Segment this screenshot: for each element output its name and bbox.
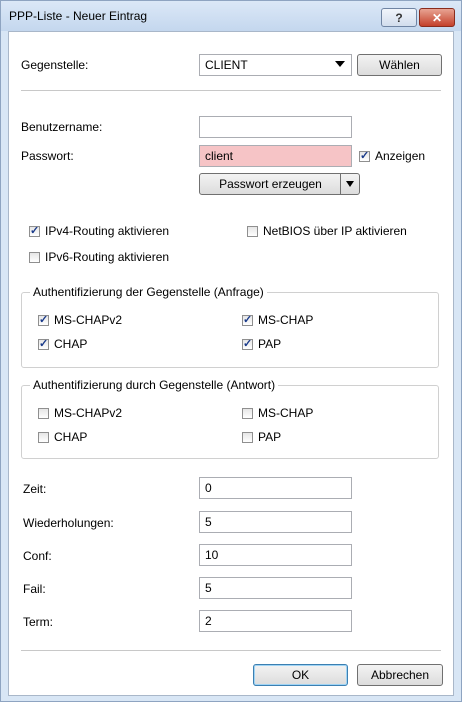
auth-response-title: Authentifizierung durch Gegenstelle (Ant… <box>30 378 279 392</box>
request-chap-label: CHAP <box>54 337 88 351</box>
checkbox-icon <box>38 431 49 443</box>
wiederholungen-label: Wiederholungen: <box>23 516 114 530</box>
separator <box>21 650 441 651</box>
ipv4-routing-checkbox[interactable]: IPv4-Routing aktivieren <box>29 224 169 238</box>
request-pap-label: PAP <box>258 337 282 351</box>
fail-value: 5 <box>205 581 212 595</box>
choose-button-label: Wählen <box>379 58 420 72</box>
checkbox-icon <box>242 431 253 443</box>
request-mschap-label: MS-CHAP <box>258 313 314 327</box>
fail-label: Fail: <box>23 582 46 596</box>
username-label: Benutzername: <box>21 120 103 134</box>
request-mschapv2-checkbox[interactable]: MS-CHAPv2 <box>38 313 122 327</box>
term-label: Term: <box>23 615 53 629</box>
zeit-input[interactable]: 0 <box>199 477 352 499</box>
username-input[interactable] <box>199 116 352 138</box>
password-value: client <box>205 149 234 163</box>
help-button[interactable]: ? <box>381 8 417 27</box>
close-button[interactable]: ✕ <box>419 8 455 27</box>
separator <box>21 90 441 91</box>
gegenstelle-select[interactable]: CLIENT <box>199 54 352 76</box>
request-mschapv2-label: MS-CHAPv2 <box>54 313 123 327</box>
fail-input[interactable]: 5 <box>199 577 352 599</box>
auth-request-group: Authentifizierung der Gegenstelle (Anfra… <box>21 285 439 368</box>
close-icon: ✕ <box>431 10 443 25</box>
checkbox-icon <box>242 407 253 419</box>
password-label: Passwort: <box>21 149 74 163</box>
show-password-checkbox[interactable]: Anzeigen <box>359 149 425 163</box>
term-input[interactable]: 2 <box>199 610 352 632</box>
response-chap-label: CHAP <box>54 430 88 444</box>
auth-request-title: Authentifizierung der Gegenstelle (Anfra… <box>30 285 267 299</box>
gegenstelle-label: Gegenstelle: <box>21 58 89 72</box>
request-mschap-checkbox[interactable]: MS-CHAP <box>242 313 313 327</box>
auth-response-group: Authentifizierung durch Gegenstelle (Ant… <box>21 378 439 459</box>
request-chap-checkbox[interactable]: CHAP <box>38 337 87 351</box>
generate-password-button[interactable]: Passwort erzeugen <box>199 173 360 195</box>
generate-password-label: Passwort erzeugen <box>219 177 322 191</box>
show-password-label: Anzeigen <box>375 149 426 163</box>
response-mschap-label: MS-CHAP <box>258 406 314 420</box>
response-pap-checkbox[interactable]: PAP <box>242 430 281 444</box>
response-chap-checkbox[interactable]: CHAP <box>38 430 87 444</box>
gegenstelle-value: CLIENT <box>205 58 248 72</box>
help-icon: ? <box>395 10 403 25</box>
checkbox-icon <box>242 313 253 326</box>
conf-input[interactable]: 10 <box>199 544 352 566</box>
response-mschap-checkbox[interactable]: MS-CHAP <box>242 406 313 420</box>
zeit-value: 0 <box>205 481 212 495</box>
wiederholungen-input[interactable]: 5 <box>199 511 352 533</box>
choose-button[interactable]: Wählen <box>357 54 442 76</box>
ok-button-label: OK <box>291 668 310 682</box>
term-value: 2 <box>205 614 212 628</box>
checkbox-icon <box>38 337 49 350</box>
cancel-button[interactable]: Abbrechen <box>357 664 443 686</box>
checkbox-icon <box>29 224 40 237</box>
chevron-down-icon <box>335 61 345 67</box>
response-mschapv2-label: MS-CHAPv2 <box>54 406 123 420</box>
cancel-button-label: Abbrechen <box>370 668 430 682</box>
checkbox-icon <box>38 313 49 326</box>
netbios-label: NetBIOS über IP aktivieren <box>263 224 407 238</box>
ok-button[interactable]: OK <box>253 664 348 686</box>
password-input[interactable]: client <box>199 145 352 167</box>
wiederholungen-value: 5 <box>205 515 212 529</box>
checkbox-icon <box>38 407 49 419</box>
dialog-body: Gegenstelle: CLIENT Wählen Benutzername:… <box>8 31 454 696</box>
ipv4-routing-label: IPv4-Routing aktivieren <box>45 224 170 238</box>
title-bar: PPP-Liste - Neuer Eintrag ? ✕ <box>1 1 461 31</box>
response-mschapv2-checkbox[interactable]: MS-CHAPv2 <box>38 406 122 420</box>
request-pap-checkbox[interactable]: PAP <box>242 337 281 351</box>
checkbox-icon <box>242 337 253 350</box>
zeit-label: Zeit: <box>23 482 47 496</box>
dialog-window: PPP-Liste - Neuer Eintrag ? ✕ Gegenstell… <box>0 0 462 702</box>
checkbox-icon <box>359 149 370 162</box>
ipv6-routing-label: IPv6-Routing aktivieren <box>45 250 170 264</box>
conf-value: 10 <box>205 548 219 562</box>
checkbox-icon <box>247 225 258 237</box>
conf-label: Conf: <box>23 549 52 563</box>
ipv6-routing-checkbox[interactable]: IPv6-Routing aktivieren <box>29 250 169 264</box>
checkbox-icon <box>29 251 40 263</box>
chevron-down-icon[interactable] <box>340 174 359 194</box>
response-pap-label: PAP <box>258 430 282 444</box>
netbios-checkbox[interactable]: NetBIOS über IP aktivieren <box>247 224 407 238</box>
window-title: PPP-Liste - Neuer Eintrag <box>9 9 148 23</box>
